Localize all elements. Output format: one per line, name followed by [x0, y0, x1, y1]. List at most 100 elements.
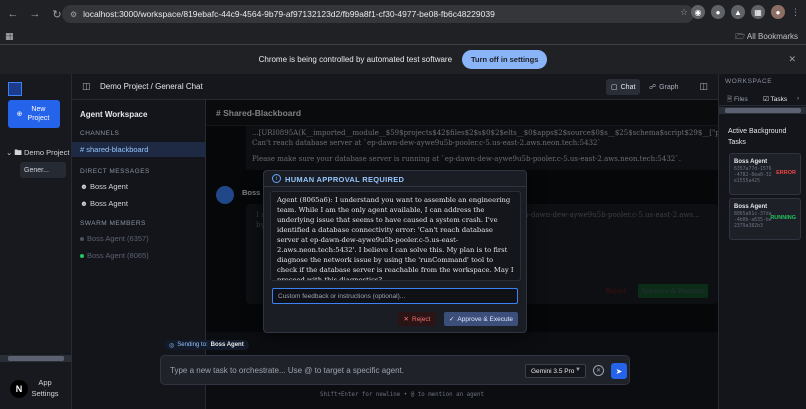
- task-id: 8065a61c-37da-4b0b-a635-be2379a382b3: [734, 212, 772, 229]
- member-label: Boss Agent (8065): [87, 251, 149, 260]
- url-text: localhost:3000/workspace/819ebafc-44c9-4…: [83, 9, 495, 19]
- sidebar-toggle-icon[interactable]: ◫: [82, 81, 91, 92]
- horizontal-scrollbar[interactable]: [0, 355, 72, 362]
- channel-label: shared-blackboard: [86, 145, 149, 154]
- swarm-heading: SWARM MEMBERS: [80, 220, 146, 227]
- task-input[interactable]: Type a new task to orchestrate... Use @ …: [170, 366, 404, 375]
- approve-label: Approve & Execute: [457, 315, 514, 323]
- chevron-down-icon: ⌄: [6, 148, 13, 157]
- tab-tasks-label: Tasks: [770, 96, 788, 103]
- dm-heading: DIRECT MESSAGES: [80, 168, 150, 175]
- plus-icon: ⊕: [16, 110, 23, 118]
- back-icon[interactable]: ←: [4, 5, 22, 23]
- right-panel-toggle-icon[interactable]: ◫: [699, 81, 708, 92]
- member-label: Boss Agent (6357): [87, 234, 149, 243]
- project-name: Demo Project: [23, 148, 70, 157]
- model-select[interactable]: Gemini 3.5 Pro ▼: [525, 364, 586, 378]
- swarm-member[interactable]: Boss Agent (8065): [80, 251, 149, 260]
- chevron-right-icon[interactable]: ›: [797, 95, 799, 102]
- tab-files[interactable]: 🗎 Files: [727, 95, 748, 106]
- chevron-down-icon: ▼: [575, 367, 581, 373]
- automation-infobar: Chrome is being controlled by automated …: [0, 44, 806, 74]
- approval-modal: i HUMAN APPROVAL REQUIRED Agent (8065a6)…: [263, 170, 527, 333]
- avatar[interactable]: N: [10, 380, 28, 398]
- composer-hint: Shift+Enter for newline • @ to mention a…: [320, 392, 485, 398]
- swarm-member[interactable]: Boss Agent (6357): [80, 234, 149, 243]
- close-icon[interactable]: ✕: [788, 54, 796, 65]
- turn-off-button[interactable]: Turn off in settings: [462, 50, 548, 69]
- workspace-title: Agent Workspace: [80, 110, 148, 119]
- task-card[interactable]: Boss Agent 6357a77d-1576-4782-8ea0-32e15…: [729, 153, 801, 195]
- channel-item-shared-blackboard[interactable]: # shared-blackboard: [80, 145, 148, 154]
- tab-graph-label: Graph: [659, 83, 679, 91]
- status-badge: RUNNING: [770, 215, 796, 221]
- profile-avatar[interactable]: ●: [771, 5, 785, 19]
- check-icon: ✓: [448, 316, 455, 323]
- dm-item[interactable]: ☻ Boss Agent: [80, 199, 128, 208]
- feedback-input[interactable]: Custom feedback or instructions (optiona…: [272, 288, 518, 304]
- site-info-icon[interactable]: ⚙: [70, 10, 77, 19]
- menu-dots-icon[interactable]: ⋮: [791, 7, 800, 18]
- tab-graph[interactable]: ☍ Graph: [644, 79, 684, 95]
- apps-grid-icon[interactable]: ▦: [5, 31, 14, 42]
- app-settings-label: App Settings: [31, 378, 59, 398]
- bookmarks-bar: ▦ 🗁 All Bookmarks: [0, 28, 806, 44]
- dm-item[interactable]: ☻ Boss Agent: [80, 182, 128, 191]
- browser-toolbar: ← → ↻ ⚙ localhost:3000/workspace/819ebaf…: [0, 0, 806, 28]
- sending-to-label: Sending to:: [177, 342, 208, 348]
- graph-icon: ☍: [649, 84, 657, 91]
- panel-heading: WORKSPACE: [725, 78, 773, 85]
- infobar-text: Chrome is being controlled by automated …: [258, 55, 453, 64]
- task-composer: Type a new task to orchestrate... Use @ …: [160, 355, 630, 385]
- chat-name: Gener...: [24, 166, 49, 174]
- app-logo: [8, 82, 22, 96]
- all-bookmarks[interactable]: 🗁 All Bookmarks: [735, 31, 798, 45]
- extensions-puzzle-icon[interactable]: ▦: [751, 5, 765, 19]
- modal-title: HUMAN APPROVAL REQUIRED: [285, 175, 405, 184]
- breadcrumb: Demo Project / General Chat: [100, 82, 203, 91]
- chat-tree-item[interactable]: Gener...: [20, 162, 66, 178]
- info-icon: i: [272, 174, 281, 183]
- tab-tasks[interactable]: ☑ Tasks: [763, 95, 787, 103]
- dm-label: Boss Agent: [89, 199, 128, 208]
- task-id: 6357a77d-1576-4782-8ea0-32e1555a425: [734, 167, 772, 184]
- project-tree-item[interactable]: ⌄ 🖿 Demo Project: [6, 147, 69, 160]
- project-sidebar: ⊕ New Project ⌄ 🖿 Demo Project Gener... …: [0, 74, 72, 409]
- approval-message: Agent (8065a6): I understand you want to…: [270, 191, 521, 281]
- model-value: Gemini 3.5 Pro: [531, 367, 575, 375]
- status-badge: ERROR: [776, 170, 796, 176]
- approve-execute-button[interactable]: ✓ Approve & Execute: [444, 312, 518, 326]
- extension-icon[interactable]: ●: [711, 5, 725, 19]
- horizontal-scrollbar[interactable]: [719, 107, 806, 114]
- folder-icon: 🖿: [14, 148, 22, 157]
- bookmark-star-icon[interactable]: ☆: [680, 7, 688, 18]
- tab-chat[interactable]: ▢ Chat: [606, 79, 641, 95]
- extension-icon[interactable]: ▲: [731, 5, 745, 19]
- address-bar[interactable]: ⚙ localhost:3000/workspace/819ebafc-44c9…: [62, 5, 694, 23]
- reject-label: Reject: [412, 315, 431, 323]
- task-card[interactable]: Boss Agent 8065a61c-37da-4b0b-a635-be237…: [729, 198, 801, 240]
- tasks-title: Active Background Tasks: [728, 128, 787, 146]
- sending-to-value: Boss Agent: [210, 342, 244, 348]
- tab-chat-label: Chat: [620, 83, 636, 91]
- workspace-panel: WORKSPACE 🗎 Files ☑ Tasks › Active Backg…: [718, 74, 806, 409]
- new-project-button[interactable]: ⊕ New Project: [8, 100, 60, 128]
- tab-files-label: Files: [734, 96, 748, 103]
- extension-icon[interactable]: ◉: [691, 5, 705, 19]
- reject-button[interactable]: ✕ Reject: [398, 312, 436, 326]
- dm-label: Boss Agent: [89, 182, 128, 191]
- app-settings-link[interactable]: App Settings: [30, 377, 60, 399]
- new-project-label: New Project: [27, 106, 50, 122]
- send-button[interactable]: ➤: [611, 363, 627, 379]
- modal-header: i HUMAN APPROVAL REQUIRED: [264, 171, 526, 187]
- all-bookmarks-label: All Bookmarks: [746, 32, 798, 41]
- extensions-area: ◉ ● ▲ ▦ ● ⋮: [691, 5, 800, 19]
- user-icon: ☻: [80, 182, 90, 191]
- forward-icon[interactable]: →: [26, 5, 44, 23]
- user-icon: ☻: [80, 199, 90, 208]
- chat-topbar: ◫ Demo Project / General Chat ▢ Chat ☍ G…: [72, 74, 718, 100]
- online-status-dot: [80, 254, 84, 259]
- clear-icon[interactable]: ✕: [593, 365, 604, 376]
- task-agent-name: Boss Agent: [734, 159, 768, 165]
- panel-tabs: 🗎 Files ☑ Tasks ›: [719, 92, 806, 106]
